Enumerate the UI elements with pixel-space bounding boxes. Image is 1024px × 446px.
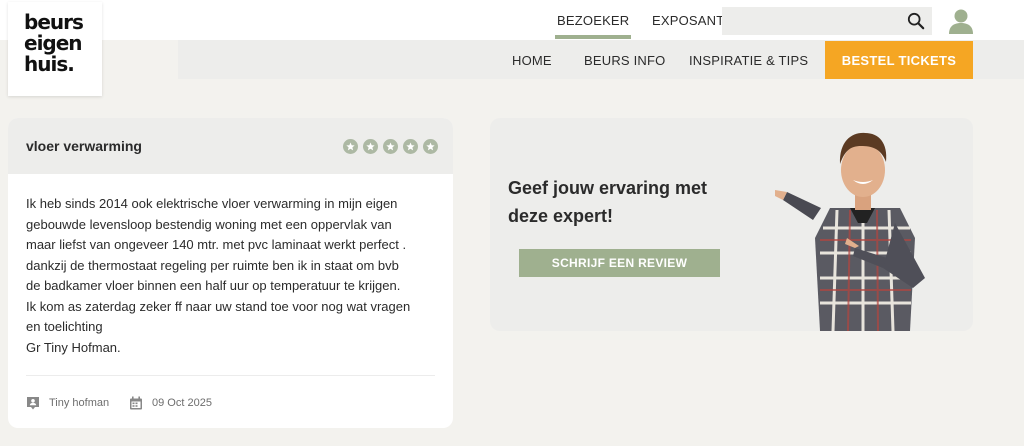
star-icon bbox=[343, 139, 358, 154]
search-input[interactable] bbox=[722, 7, 932, 35]
star-icon bbox=[423, 139, 438, 154]
author-icon bbox=[27, 397, 39, 410]
promo-title: Geef jouw ervaring met deze expert! bbox=[508, 178, 708, 226]
logo-line: eigen bbox=[24, 31, 83, 55]
review-title: vloer verwarming bbox=[26, 138, 142, 154]
divider bbox=[26, 375, 435, 376]
review-header: vloer verwarming bbox=[8, 118, 453, 174]
logo-line: beurs bbox=[24, 10, 84, 34]
nav-home[interactable]: HOME bbox=[512, 53, 552, 68]
expert-review-promo: Geef jouw ervaring met deze expert! SCHR… bbox=[490, 118, 973, 331]
tab-bezoeker[interactable]: BEZOEKER bbox=[554, 13, 632, 39]
logo[interactable]: beurs eigen huis. bbox=[8, 2, 102, 96]
calendar-icon bbox=[130, 396, 142, 410]
star-rating bbox=[343, 139, 438, 154]
logo-line: huis. bbox=[24, 52, 75, 76]
star-icon bbox=[403, 139, 418, 154]
review-body: Ik heb sinds 2014 ook elektrische vloer … bbox=[26, 196, 411, 355]
write-review-button[interactable]: SCHRIJF EEN REVIEW bbox=[519, 249, 720, 277]
expert-photo bbox=[775, 132, 925, 331]
tab-exposant[interactable]: EXPOSANT bbox=[652, 13, 724, 28]
nav-beurs-info[interactable]: BEURS INFO bbox=[584, 53, 665, 68]
review-author: Tiny hofman bbox=[26, 396, 109, 410]
user-icon[interactable] bbox=[947, 8, 975, 34]
order-tickets-button[interactable]: BESTEL TICKETS bbox=[825, 41, 973, 79]
review-card: vloer verwarming Ik heb sinds 2014 ook e… bbox=[8, 118, 453, 428]
author-name: Tiny hofman bbox=[49, 397, 110, 409]
review-date: 09 Oct 2025 bbox=[129, 396, 212, 410]
search-icon[interactable] bbox=[907, 12, 925, 30]
star-icon bbox=[363, 139, 378, 154]
date-value: 09 Oct 2025 bbox=[152, 397, 212, 409]
star-icon bbox=[383, 139, 398, 154]
nav-inspiratie-tips[interactable]: INSPIRATIE & TIPS bbox=[689, 53, 808, 68]
